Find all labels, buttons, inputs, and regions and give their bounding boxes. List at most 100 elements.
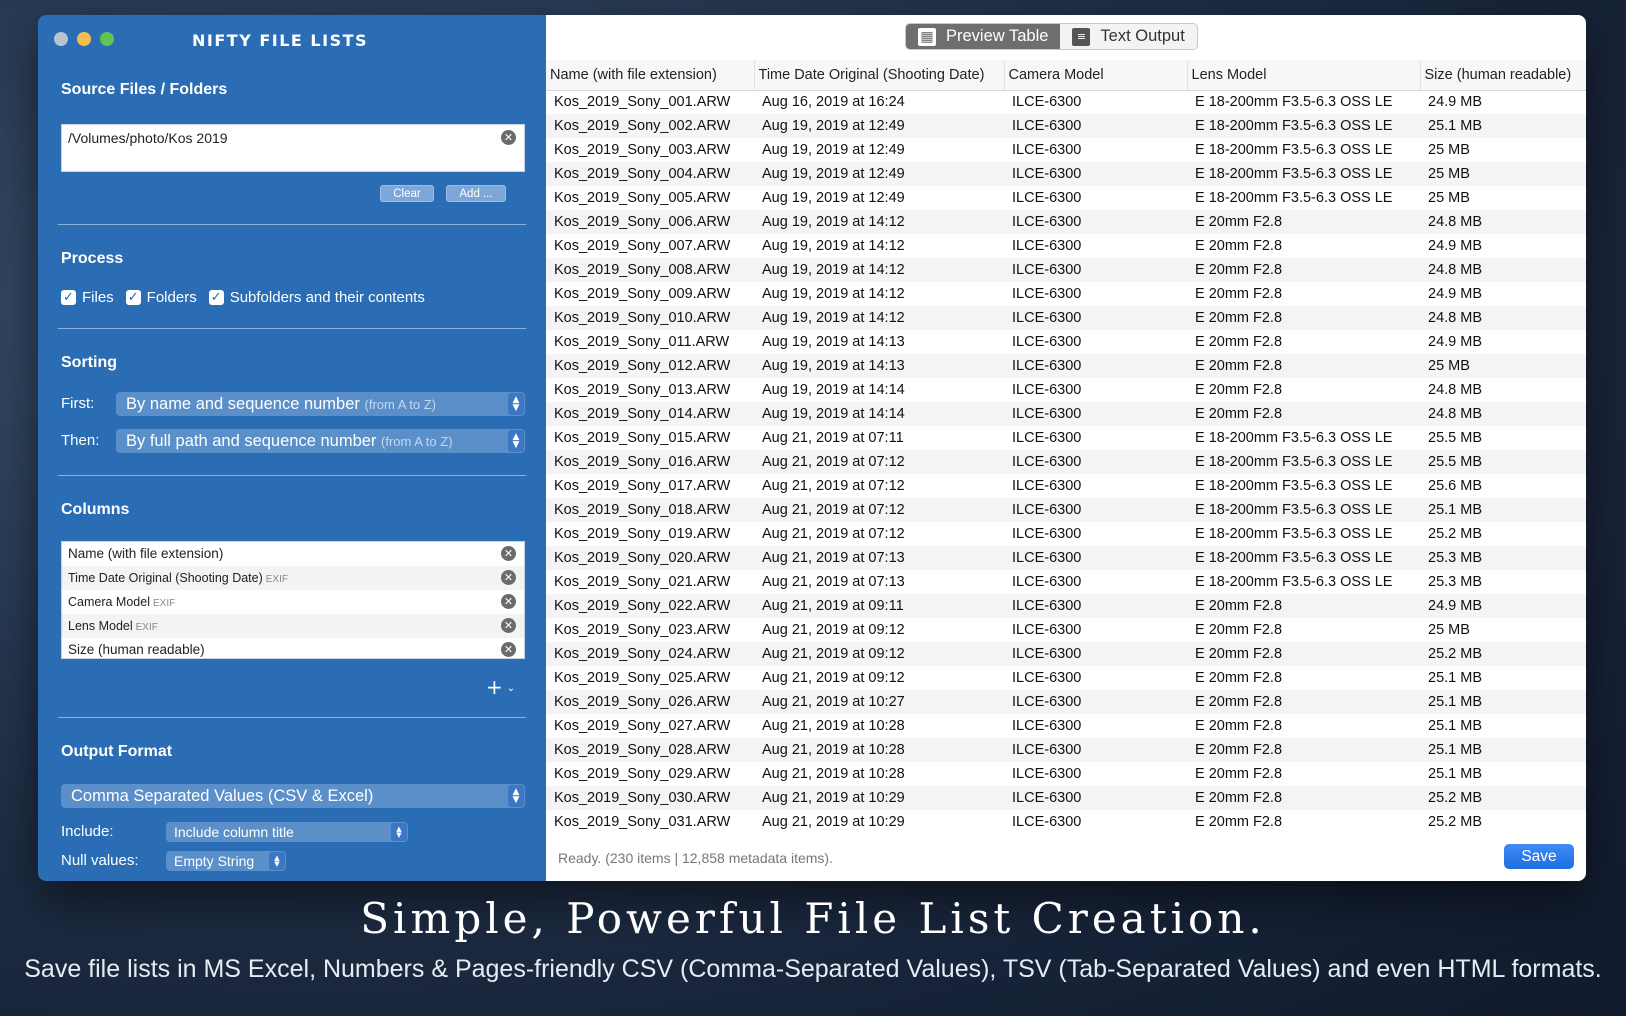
table-cell: ILCE-6300 xyxy=(1004,258,1187,282)
table-row[interactable]: Kos_2019_Sony_007.ARW Aug 19, 2019 at 14:… xyxy=(546,234,1586,258)
remove-source-icon[interactable]: ✕ xyxy=(501,130,516,145)
table-cell: E 20mm F2.8 xyxy=(1195,286,1283,302)
checkmark-icon[interactable]: ✓ xyxy=(61,290,76,305)
table-row[interactable]: Kos_2019_Sony_027.ARW Aug 21, 2019 at 10:… xyxy=(546,714,1586,738)
output-heading: Output Format xyxy=(61,743,173,760)
table-cell: ILCE-6300 xyxy=(1012,478,1082,494)
table-row[interactable]: Kos_2019_Sony_015.ARW Aug 21, 2019 at 07:… xyxy=(546,426,1586,450)
table-row[interactable]: Kos_2019_Sony_011.ARW Aug 19, 2019 at 14:… xyxy=(546,330,1586,354)
table-cell: E 18-200mm F3.5-6.3 OSS LE xyxy=(1195,190,1393,206)
column-header[interactable]: Name (with file extension) xyxy=(546,60,755,91)
close-window-button[interactable] xyxy=(54,32,68,46)
table-row[interactable]: Kos_2019_Sony_010.ARW Aug 19, 2019 at 14:… xyxy=(546,306,1586,330)
columns-list[interactable]: Name (with file extension) ✕ Time Date Or… xyxy=(61,541,525,659)
table-row[interactable]: Kos_2019_Sony_024.ARW Aug 21, 2019 at 09:… xyxy=(546,642,1586,666)
minimize-window-button[interactable] xyxy=(77,32,91,46)
clear-button[interactable]: Clear xyxy=(380,185,434,202)
table-cell: ILCE-6300 xyxy=(1012,94,1082,111)
checkmark-icon[interactable]: ✓ xyxy=(208,290,224,305)
table-row[interactable]: Kos_2019_Sony_020.ARW Aug 21, 2019 at 07:… xyxy=(546,546,1586,570)
table-cell: ILCE-6300 xyxy=(1012,334,1082,350)
table-cell: 25.1 MB xyxy=(1428,766,1482,782)
table-cell: ILCE-6300 xyxy=(1012,526,1082,542)
source-path[interactable]: /Volumes/photo/Kos 2019 xyxy=(68,130,228,146)
table-cell: E 20mm F2.8 xyxy=(1187,642,1420,666)
table-cell: Kos_2019_Sony_017.ARW xyxy=(554,478,731,494)
null-values-select[interactable]: Empty String ▲ ▼ xyxy=(166,851,286,871)
column-header[interactable]: Time Date Original (Shooting Date) xyxy=(754,60,1005,91)
preview-table[interactable]: Name (with file extension) Time Date Orig… xyxy=(546,60,1586,850)
remove-column-icon[interactable]: ✕ xyxy=(501,642,516,657)
table-cell: ILCE-6300 xyxy=(1012,670,1082,686)
table-row[interactable]: Kos_2019_Sony_014.ARW Aug 19, 2019 at 14:… xyxy=(546,402,1586,426)
table-cell: ILCE-6300 xyxy=(1004,690,1187,714)
add-button[interactable]: Add ... xyxy=(446,185,506,202)
table-row[interactable]: Kos_2019_Sony_026.ARW Aug 21, 2019 at 10:… xyxy=(546,690,1586,714)
table-row[interactable]: Kos_2019_Sony_022.ARW Aug 21, 2019 at 09:… xyxy=(546,594,1586,618)
table-cell: ILCE-6300 xyxy=(1012,574,1082,590)
table-cell: ILCE-6300 xyxy=(1004,210,1187,234)
source-list[interactable]: /Volumes/photo/Kos 2019 ✕ xyxy=(61,124,525,172)
subfolders-checkbox[interactable]: ✓ Subfolders and their contents xyxy=(208,289,425,306)
save-button[interactable]: Save xyxy=(1504,844,1574,869)
divider xyxy=(58,475,526,476)
folders-checkbox[interactable]: ✓ Folders xyxy=(125,289,197,306)
table-row[interactable]: Kos_2019_Sony_021.ARW Aug 21, 2019 at 07:… xyxy=(546,570,1586,594)
table-cell: Aug 21, 2019 at 10:29 xyxy=(762,814,905,830)
table-row[interactable]: Kos_2019_Sony_013.ARW Aug 19, 2019 at 14:… xyxy=(546,378,1586,402)
column-item[interactable]: Camera Model EXIF ✕ xyxy=(62,590,524,614)
table-row[interactable]: Kos_2019_Sony_029.ARW Aug 21, 2019 at 10:… xyxy=(546,762,1586,786)
table-row[interactable]: Kos_2019_Sony_008.ARW Aug 19, 2019 at 14:… xyxy=(546,258,1586,282)
table-row[interactable]: Kos_2019_Sony_001.ARW Aug 16, 2019 at 16:… xyxy=(546,90,1586,114)
table-row[interactable]: Kos_2019_Sony_023.ARW Aug 21, 2019 at 09:… xyxy=(546,618,1586,642)
table-cell: Kos_2019_Sony_023.ARW xyxy=(554,622,731,638)
table-cell: Aug 19, 2019 at 14:12 xyxy=(762,238,905,254)
files-checkbox[interactable]: ✓ Files xyxy=(61,289,114,306)
table-row[interactable]: Kos_2019_Sony_016.ARW Aug 21, 2019 at 07:… xyxy=(546,450,1586,474)
table-cell: Kos_2019_Sony_026.ARW xyxy=(546,690,754,714)
add-column-button[interactable]: + ⌄ xyxy=(486,675,515,699)
table-cell: E 20mm F2.8 xyxy=(1195,334,1283,350)
tab-preview-table[interactable]: ▦ Preview Table xyxy=(906,24,1061,49)
table-row[interactable]: Kos_2019_Sony_006.ARW Aug 19, 2019 at 14:… xyxy=(546,210,1586,234)
table-row[interactable]: Kos_2019_Sony_002.ARW Aug 19, 2019 at 12:… xyxy=(546,114,1586,138)
table-row[interactable]: Kos_2019_Sony_017.ARW Aug 21, 2019 at 07:… xyxy=(546,474,1586,498)
table-cell: ILCE-6300 xyxy=(1004,354,1187,378)
column-item[interactable]: Lens Model EXIF ✕ xyxy=(62,614,524,638)
remove-column-icon[interactable]: ✕ xyxy=(501,546,516,561)
table-row[interactable]: Kos_2019_Sony_005.ARW Aug 19, 2019 at 12:… xyxy=(546,186,1586,210)
table-cell: 25.3 MB xyxy=(1428,574,1482,590)
table-cell: ILCE-6300 xyxy=(1012,142,1082,158)
table-row[interactable]: Kos_2019_Sony_003.ARW Aug 19, 2019 at 12:… xyxy=(546,138,1586,162)
checkmark-icon[interactable]: ✓ xyxy=(125,290,141,305)
table-row[interactable]: Kos_2019_Sony_018.ARW Aug 21, 2019 at 07:… xyxy=(546,498,1586,522)
output-format-select[interactable]: Comma Separated Values (CSV & Excel) ▲ ▼ xyxy=(61,784,525,808)
tab-text-output[interactable]: ≡ Text Output xyxy=(1060,24,1196,49)
zoom-window-button[interactable] xyxy=(100,32,114,46)
column-header[interactable]: Lens Model xyxy=(1187,60,1421,91)
table-cell: Aug 19, 2019 at 14:13 xyxy=(762,334,905,350)
first-sort-select[interactable]: By name and sequence number (from A to Z… xyxy=(116,392,525,416)
column-item[interactable]: Name (with file extension) ✕ xyxy=(62,542,524,566)
table-row[interactable]: Kos_2019_Sony_031.ARW Aug 21, 2019 at 10:… xyxy=(546,810,1586,834)
include-select[interactable]: Include column title ▲ ▼ xyxy=(166,822,408,842)
remove-column-icon[interactable]: ✕ xyxy=(501,570,516,585)
table-row[interactable]: Kos_2019_Sony_012.ARW Aug 19, 2019 at 14:… xyxy=(546,354,1586,378)
table-row[interactable]: Kos_2019_Sony_019.ARW Aug 21, 2019 at 07:… xyxy=(546,522,1586,546)
table-cell: Aug 21, 2019 at 10:28 xyxy=(762,766,905,782)
popup-arrows-icon: ▲ ▼ xyxy=(391,823,407,841)
then-sort-select[interactable]: By full path and sequence number (from A… xyxy=(116,429,525,453)
table-cell: ILCE-6300 xyxy=(1012,718,1082,734)
table-row[interactable]: Kos_2019_Sony_004.ARW Aug 19, 2019 at 12:… xyxy=(546,162,1586,186)
column-item[interactable]: Time Date Original (Shooting Date) EXIF ✕ xyxy=(62,566,524,590)
table-row[interactable]: Kos_2019_Sony_028.ARW Aug 21, 2019 at 10:… xyxy=(546,738,1586,762)
remove-column-icon[interactable]: ✕ xyxy=(501,594,516,609)
column-header[interactable]: Camera Model xyxy=(1004,60,1188,91)
table-row[interactable]: Kos_2019_Sony_009.ARW Aug 19, 2019 at 14:… xyxy=(546,282,1586,306)
table-row[interactable]: Kos_2019_Sony_025.ARW Aug 21, 2019 at 09:… xyxy=(546,666,1586,690)
remove-column-icon[interactable]: ✕ xyxy=(501,618,516,633)
column-item[interactable]: Size (human readable) ✕ xyxy=(62,638,524,662)
table-row[interactable]: Kos_2019_Sony_030.ARW Aug 21, 2019 at 10:… xyxy=(546,786,1586,810)
sidebar: NIFTY FILE LISTS Source Files / Folders … xyxy=(38,15,546,881)
column-header[interactable]: Size (human readable) xyxy=(1420,60,1586,91)
